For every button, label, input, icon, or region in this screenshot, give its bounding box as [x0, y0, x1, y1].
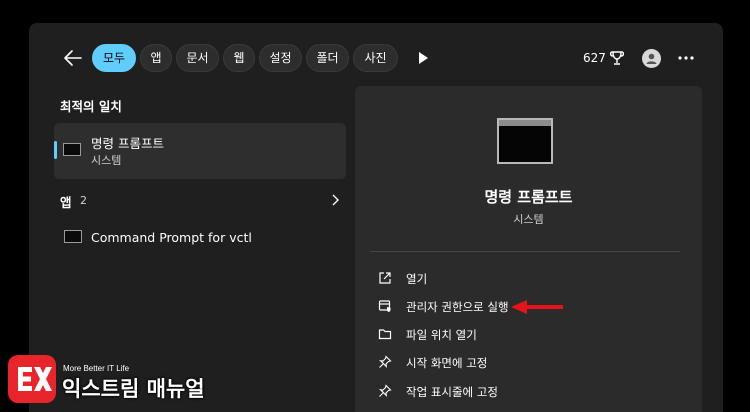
preview-title: 명령 프롬프트	[484, 188, 573, 206]
rewards-icon[interactable]	[609, 50, 625, 66]
preview-type: 시스템	[513, 213, 544, 226]
filter-documents[interactable]: 문서	[176, 44, 219, 72]
pin-to-start-action[interactable]: 시작 화면에 고정	[370, 349, 680, 375]
selection-indicator	[54, 141, 57, 159]
open-file-location-action[interactable]: 파일 위치 열기	[370, 321, 680, 347]
filter-folders[interactable]: 폴더	[306, 44, 349, 72]
app-result-label: Command Prompt for vctl	[91, 230, 252, 245]
avatar[interactable]	[642, 49, 661, 68]
action-label: 작업 표시줄에 고정	[406, 385, 498, 399]
filter-apps[interactable]: 앱	[140, 44, 172, 72]
command-prompt-icon	[64, 230, 82, 243]
pin-icon	[378, 355, 392, 369]
action-label: 시작 화면에 고정	[406, 356, 488, 370]
play-icon[interactable]	[415, 50, 431, 66]
command-prompt-large-icon	[497, 118, 553, 164]
rewards-points: 627	[583, 51, 606, 65]
folder-icon	[378, 329, 392, 340]
open-external-icon	[379, 272, 391, 284]
pin-icon	[378, 384, 392, 398]
logo-icon	[8, 355, 56, 403]
filter-all[interactable]: 모두	[92, 44, 136, 72]
action-label: 관리자 권한으로 실행	[406, 300, 509, 314]
filter-photos[interactable]: 사진	[353, 44, 398, 72]
run-as-admin-icon	[378, 300, 391, 312]
best-match-name: 명령 프롬프트	[91, 136, 164, 151]
best-match-heading: 최적의 일치	[60, 99, 122, 114]
watermark-name: 익스트림 매뉴얼	[62, 377, 205, 401]
apps-count: 2	[80, 194, 87, 207]
command-prompt-icon	[63, 143, 81, 156]
best-match-type: 시스템	[91, 154, 122, 167]
apps-heading: 앱	[60, 195, 72, 210]
watermark-tagline: More Better IT Life	[63, 364, 130, 373]
filter-settings[interactable]: 설정	[259, 44, 302, 72]
divider	[370, 251, 680, 252]
pin-to-taskbar-action[interactable]: 작업 표시줄에 고정	[370, 378, 680, 404]
chevron-right-icon[interactable]	[330, 194, 340, 206]
action-label: 열기	[406, 272, 428, 286]
open-action[interactable]: 열기	[370, 265, 680, 291]
filter-web[interactable]: 웹	[223, 44, 255, 72]
red-arrow-annotation-icon	[511, 300, 563, 314]
action-label: 파일 위치 열기	[406, 328, 477, 342]
back-arrow-icon[interactable]	[62, 47, 84, 69]
more-options-icon[interactable]	[677, 50, 695, 66]
